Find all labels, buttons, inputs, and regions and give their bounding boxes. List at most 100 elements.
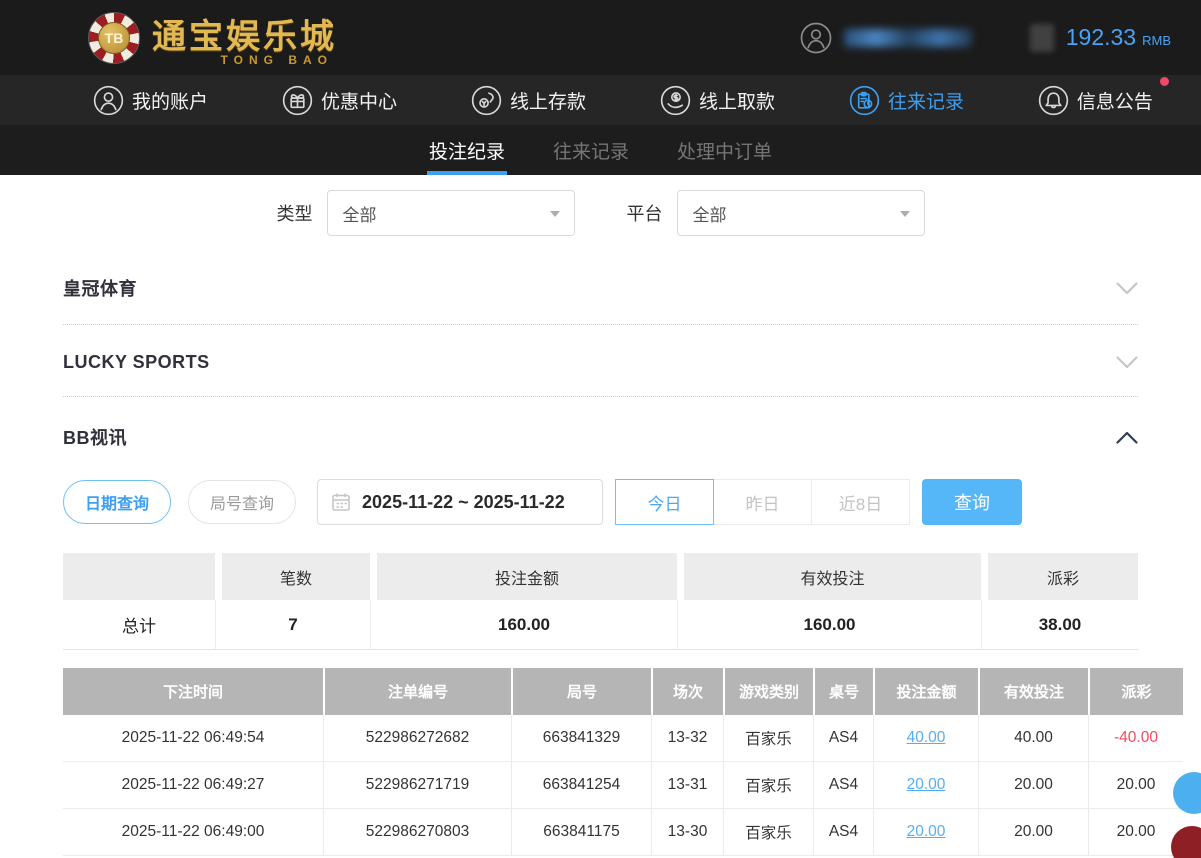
chevron-down-icon [1116,282,1138,295]
round-query-label: 局号查询 [210,490,274,514]
quick-date-buttons: 今日 昨日 近8日 [615,479,910,525]
header-valid-bet: 有效投注 [978,668,1088,715]
record-tabs: 投注纪录 往来记录 处理中订单 [0,125,1201,175]
site-logo[interactable]: TB 通宝娱乐城 TONG BAO [88,9,337,67]
cell-session: 13-30 [651,809,723,856]
cell-payout: 20.00 [1088,762,1183,809]
quick-label: 今日 [648,490,682,515]
chevron-down-icon [1116,356,1138,369]
balance-currency: RMB [1142,33,1171,48]
table-row: 2025-11-22 06:49:54 522986272682 6638413… [63,715,1183,762]
platform-select[interactable]: 全部 [677,190,925,236]
account-area: 192.33 RMB [800,0,1171,75]
table-row: 2025-11-22 06:49:27 522986271719 6638412… [63,762,1183,809]
table-row: 2025-11-22 06:49:00 522986270803 6638411… [63,809,1183,856]
records-icon [849,85,880,116]
nav-item-promotions[interactable]: 优惠中心 [282,85,397,116]
tab-transaction-records[interactable]: 往来记录 [551,125,631,175]
cell-game-type: 百家乐 [723,762,813,809]
bet-table-header-row: 下注时间 注单编号 局号 场次 游戏类别 桌号 投注金额 有效投注 派彩 [63,668,1183,715]
header-session: 场次 [651,668,723,715]
search-button-label: 查询 [954,489,990,515]
wallet-icon-blurred[interactable] [1030,24,1054,52]
query-controls: 日期查询 局号查询 2025-11-22 ~ 2025-11-22 今日 昨日 … [63,479,1138,525]
section-bb-video: BB视讯 [63,397,1138,473]
nav-item-announcements[interactable]: 信息公告 [1038,85,1153,116]
cell-table-number: AS4 [813,762,873,809]
header-table-number: 桌号 [813,668,873,715]
header-round-id: 局号 [511,668,651,715]
quick-label: 近8日 [839,490,882,515]
tab-processing-orders[interactable]: 处理中订单 [675,125,774,175]
cell-round-id: 663841254 [511,762,651,809]
section-title: LUCKY SPORTS [63,352,210,373]
section-title: 皇冠体育 [63,275,137,301]
withdraw-icon [660,85,691,116]
quick-yesterday-button[interactable]: 昨日 [713,479,812,525]
bet-amount-link[interactable]: 40.00 [907,729,946,746]
round-query-button[interactable]: 局号查询 [188,480,296,524]
date-query-button[interactable]: 日期查询 [63,480,171,524]
cell-bet-amount: 20.00 [873,762,978,809]
nav-label: 线上存款 [510,87,586,114]
nav-item-records[interactable]: 往来记录 [849,85,964,116]
bet-records-table: 下注时间 注单编号 局号 场次 游戏类别 桌号 投注金额 有效投注 派彩 202… [63,668,1183,856]
quick-label: 昨日 [746,490,780,515]
summary-bet-amount-value: 160.00 [370,600,677,650]
cell-game-type: 百家乐 [723,715,813,762]
filter-row: 类型 全部 平台 全部 [0,175,1201,248]
summary-header-payout: 派彩 [981,553,1138,600]
cell-round-id: 663841329 [511,715,651,762]
summary-total-row: 总计 7 160.00 160.00 38.00 [63,600,1138,650]
bet-amount-link[interactable]: 20.00 [907,823,946,840]
tab-betting-records[interactable]: 投注纪录 [427,125,507,175]
gift-icon [282,85,313,116]
cell-session: 13-31 [651,762,723,809]
header-payout: 派彩 [1088,668,1183,715]
header-bet-id: 注单编号 [323,668,511,715]
casino-chip-icon: TB [88,12,140,64]
type-filter: 类型 全部 [277,190,575,236]
nav-label: 往来记录 [888,87,964,114]
nav-item-deposit[interactable]: 线上存款 [471,85,586,116]
chip-monogram: TB [98,22,130,54]
nav-item-my-account[interactable]: 我的账户 [93,85,208,116]
platform-filter-label: 平台 [627,200,663,226]
cell-session: 13-32 [651,715,723,762]
chevron-up-icon [1116,431,1138,444]
summary-header-blank [63,553,215,600]
summary-header-bet-amount: 投注金额 [370,553,677,600]
summary-payout-value: 38.00 [981,600,1138,650]
date-range-value: 2025-11-22 ~ 2025-11-22 [362,492,565,513]
chevron-down-icon [550,211,560,217]
section-header-crown-sports[interactable]: 皇冠体育 [63,248,1138,325]
section-header-lucky-sports[interactable]: LUCKY SPORTS [63,325,1138,397]
cell-table-number: AS4 [813,809,873,856]
date-range-picker[interactable]: 2025-11-22 ~ 2025-11-22 [317,479,603,525]
section-crown-sports: 皇冠体育 [63,248,1138,325]
section-header-bb-video[interactable]: BB视讯 [63,397,1138,473]
cell-bet-time: 2025-11-22 06:49:27 [63,762,323,809]
cell-bet-amount: 40.00 [873,715,978,762]
cell-valid-bet: 20.00 [978,762,1088,809]
top-bar: TB 通宝娱乐城 TONG BAO 192.33 RMB [0,0,1201,75]
quick-today-button[interactable]: 今日 [615,479,714,525]
summary-total-label: 总计 [63,600,215,650]
nav-label: 信息公告 [1077,87,1153,114]
header-bet-time: 下注时间 [63,668,323,715]
username-blurred[interactable] [844,29,972,47]
cell-payout: -40.00 [1088,715,1183,762]
calendar-icon [331,492,351,512]
balance[interactable]: 192.33 RMB [1066,24,1171,51]
search-button[interactable]: 查询 [922,479,1022,525]
logo-title: 通宝娱乐城 [152,9,337,58]
nav-item-withdraw[interactable]: 线上取款 [660,85,775,116]
avatar-icon[interactable] [800,22,832,54]
bet-amount-link[interactable]: 20.00 [907,776,946,793]
type-select[interactable]: 全部 [327,190,575,236]
cell-bet-amount: 20.00 [873,809,978,856]
quick-last8days-button[interactable]: 近8日 [811,479,910,525]
cell-game-type: 百家乐 [723,809,813,856]
tab-label: 投注纪录 [429,137,505,164]
tab-label: 往来记录 [553,137,629,164]
